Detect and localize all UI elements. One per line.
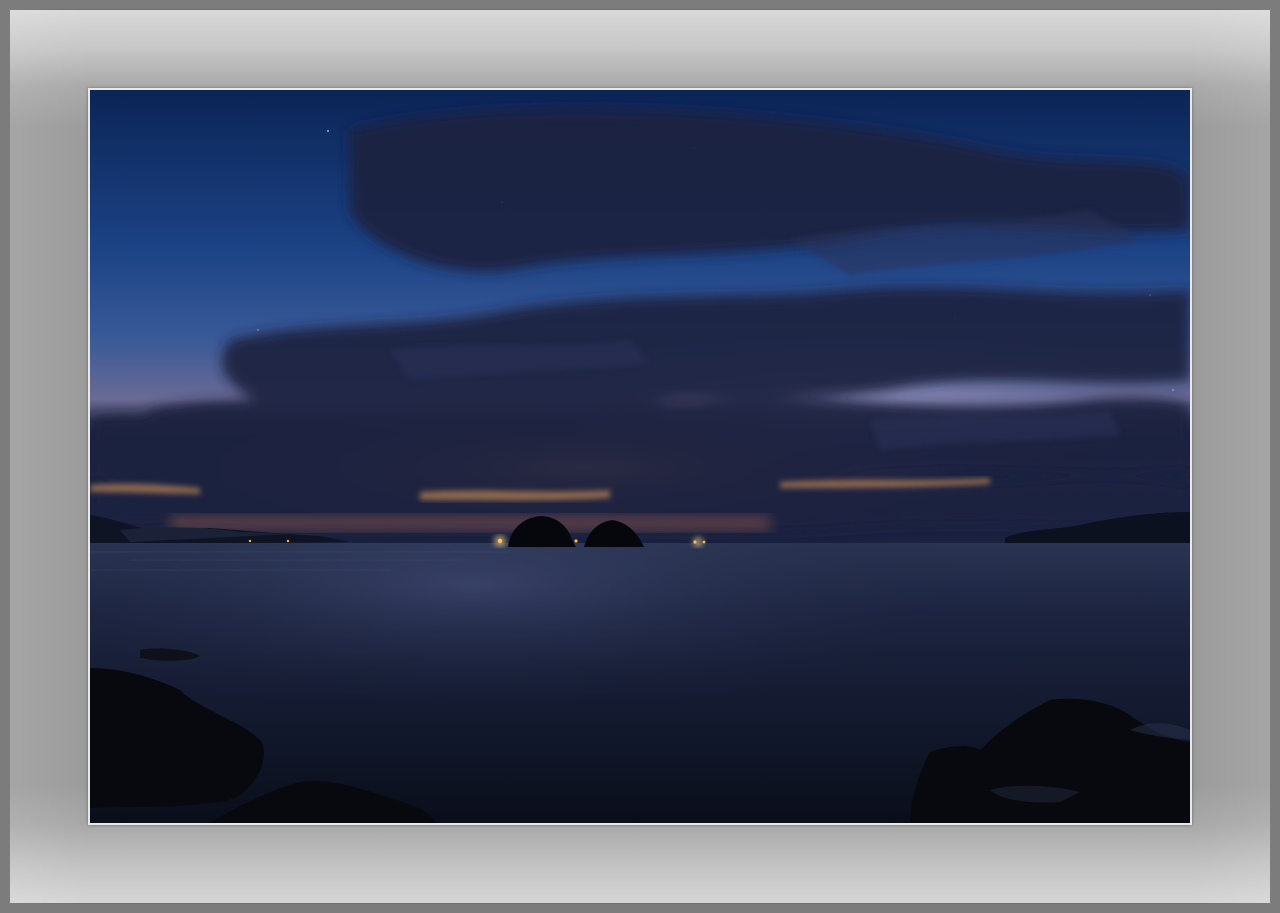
- seascape-image: [90, 90, 1190, 823]
- outer-frame: [0, 0, 1280, 913]
- seascape-photo: [90, 90, 1190, 823]
